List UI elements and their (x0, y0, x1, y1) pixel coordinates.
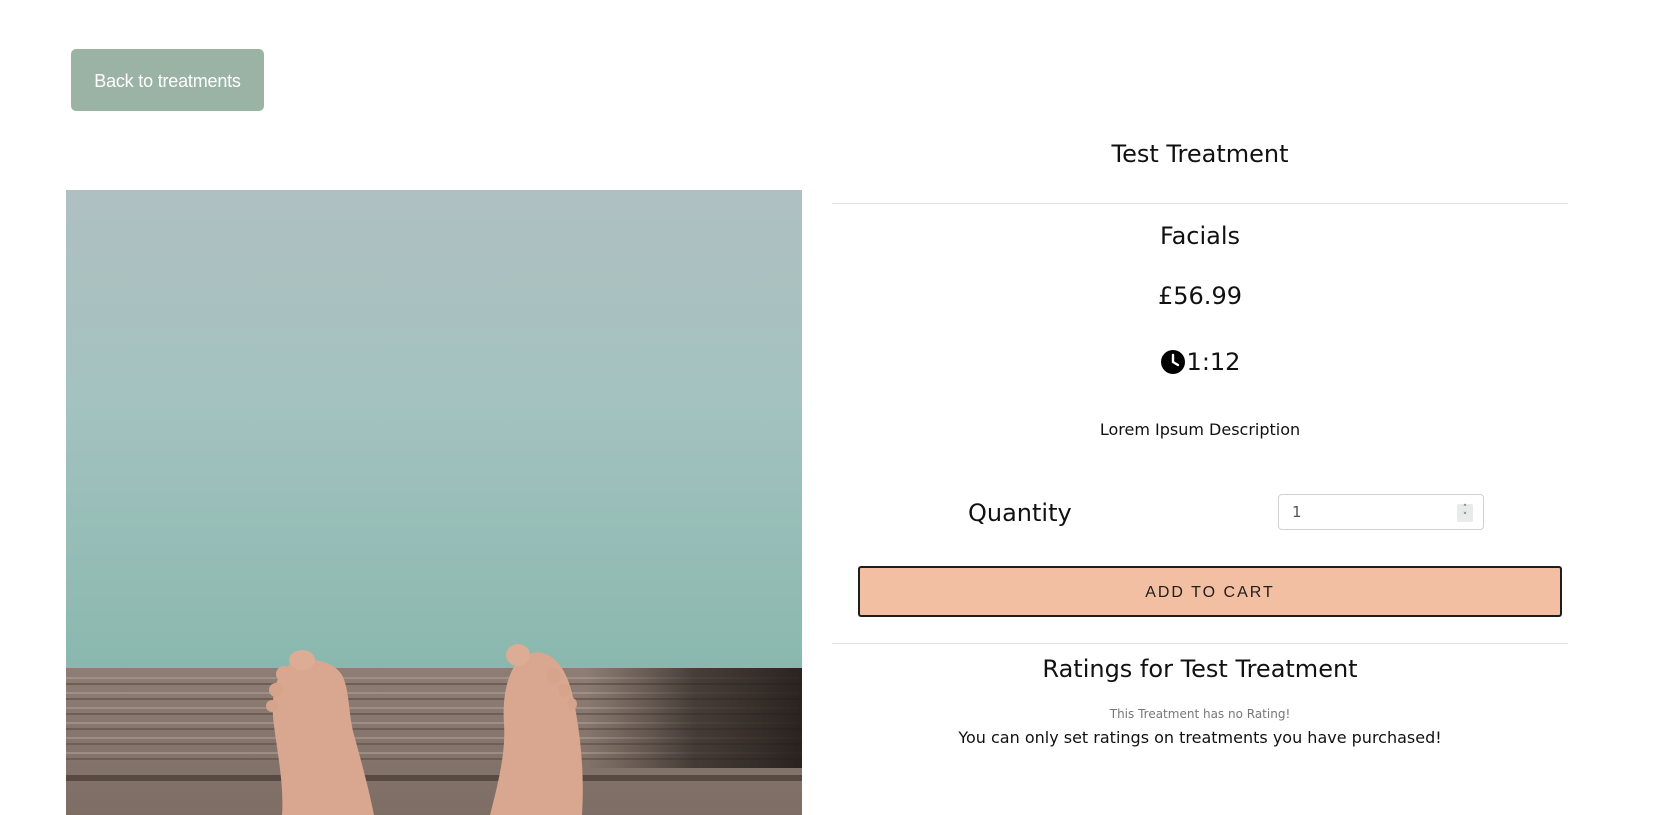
treatment-description: Lorem Ipsum Description (1099, 420, 1301, 439)
clock-icon (1160, 349, 1186, 375)
quantity-label: Quantity (968, 499, 1072, 527)
ratings-title: Ratings for Test Treatment (1042, 655, 1358, 683)
treatment-title: Test Treatment (1111, 140, 1289, 168)
treatment-image (66, 190, 802, 815)
quantity-input[interactable]: 1 (1278, 494, 1484, 530)
treatment-category: Facials (1159, 222, 1241, 250)
treatment-price: £56.99 (1158, 282, 1242, 310)
quantity-stepper[interactable]: ˄ ˅ (1457, 504, 1473, 522)
add-to-cart-button[interactable]: ADD TO CART (858, 566, 1562, 617)
treatment-detail-page: Back to treatments Test Treatment Facial… (0, 0, 1658, 815)
rating-purchase-note: You can only set ratings on treatments y… (958, 728, 1442, 747)
chevron-down-icon[interactable]: ˅ (1463, 512, 1468, 522)
duration-value: 1:12 (1186, 348, 1241, 376)
divider (832, 203, 1568, 204)
treatment-duration: 1:12 (832, 348, 1568, 376)
back-to-treatments-button[interactable]: Back to treatments (71, 49, 264, 111)
divider (832, 643, 1568, 644)
no-rating-text: This Treatment has no Rating! (1109, 707, 1291, 721)
